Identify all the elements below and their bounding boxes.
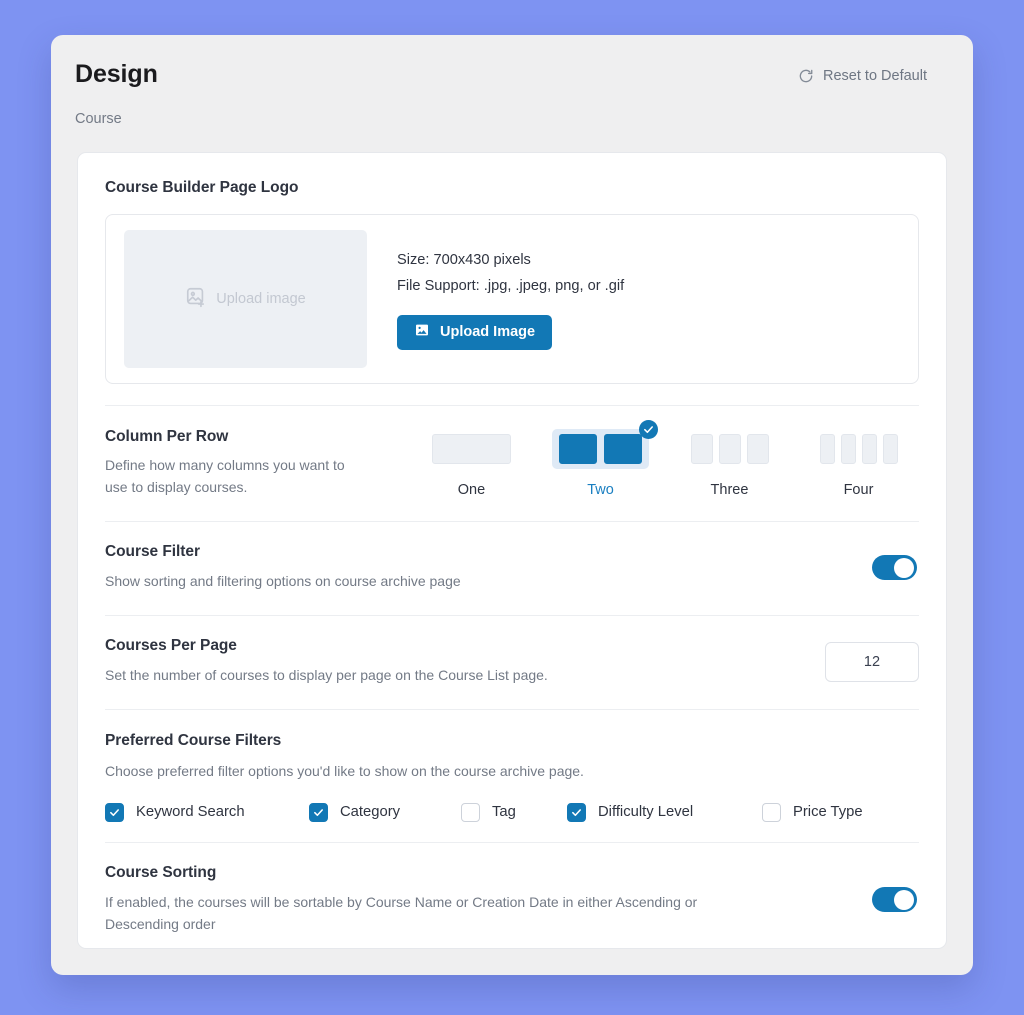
preview-cell [718, 434, 741, 464]
section-course-filter: Course Filter Show sorting and filtering… [105, 522, 919, 615]
logo-file-support-text: File Support: .jpg, .jpeg, png, or .gif [397, 278, 625, 294]
upload-image-button[interactable]: Upload Image [397, 314, 553, 350]
refresh-cw-icon [798, 68, 814, 84]
checkbox-label: Tag [492, 804, 516, 821]
checkbox-box [461, 802, 480, 822]
preview-cell [840, 434, 856, 464]
course-filter-title: Course Filter [105, 542, 200, 560]
courses-per-page-description: Set the number of courses to display per… [105, 666, 548, 683]
settings-panel: Course Builder Page Logo Upload image Si… [77, 152, 947, 949]
course-sorting-toggle[interactable] [872, 887, 917, 913]
preview-cell [559, 434, 597, 464]
section-course-sorting: Course Sorting If enabled, the courses w… [105, 843, 919, 958]
preferred-filters-description: Choose preferred filter options you'd li… [105, 762, 584, 779]
preferred-filters-title: Preferred Course Filters [105, 731, 282, 749]
logo-size-text: Size: 700x430 pixels [397, 252, 531, 269]
checkbox-price-type[interactable]: Price Type [762, 802, 863, 822]
preview-cell [882, 434, 898, 464]
column-option-two-preview [552, 420, 658, 469]
courses-per-page-title: Courses Per Page [105, 636, 237, 654]
column-option-one-label: One [457, 482, 486, 498]
logo-upload-info: Size: 700x430 pixels File Support: .jpg,… [397, 248, 625, 350]
reset-to-default-label: Reset to Default [823, 68, 927, 84]
column-per-row-title: Column Per Row [105, 428, 229, 445]
checkbox-difficulty-level[interactable]: Difficulty Level [567, 802, 762, 822]
logo-image-dropzone[interactable]: Upload image [124, 230, 367, 368]
preview-cell [861, 434, 877, 464]
page-header: Design Course Reset to Default [51, 35, 973, 139]
column-option-one-preview [424, 429, 519, 469]
preview-cell [690, 434, 713, 464]
preview-cell [432, 434, 511, 464]
preview-cell [604, 434, 642, 464]
column-option-two[interactable]: Two [536, 420, 665, 498]
course-filter-toggle[interactable] [872, 555, 917, 581]
column-option-four-label: Four [843, 482, 874, 498]
checkbox-box [105, 802, 124, 822]
course-sorting-title: Course Sorting [105, 863, 217, 881]
selected-check-icon [639, 420, 658, 439]
preview-cell [819, 434, 835, 464]
column-option-three-preview [683, 429, 777, 469]
checkbox-category[interactable]: Category [309, 802, 461, 822]
preview-cell [746, 434, 769, 464]
courses-per-page-input[interactable] [825, 641, 919, 682]
section-preferred-course-filters: Preferred Course Filters Choose preferre… [105, 710, 919, 842]
checkbox-box [567, 802, 586, 822]
toggle-knob [894, 557, 914, 578]
section-column-per-row: Column Per Row Define how many columns y… [105, 406, 919, 521]
column-per-row-description: Define how many columns you want to use … [105, 457, 345, 495]
checkbox-keyword-search[interactable]: Keyword Search [105, 802, 309, 822]
column-option-three[interactable]: Three [665, 429, 794, 498]
checkbox-label: Price Type [793, 804, 863, 821]
section-course-builder-page-logo: Course Builder Page Logo Upload image Si… [105, 153, 919, 384]
column-option-three-label: Three [710, 482, 749, 498]
column-option-four[interactable]: Four [794, 429, 923, 498]
image-add-icon [185, 286, 207, 313]
toggle-knob [894, 889, 914, 910]
image-icon [414, 322, 430, 342]
column-per-row-options: One Two Three Four [407, 420, 923, 498]
logo-upload-box: Upload image Size: 700x430 pixels File S… [105, 214, 919, 384]
logo-section-title: Course Builder Page Logo [105, 179, 299, 196]
design-settings-window: Design Course Reset to Default Course Bu… [51, 35, 973, 975]
preferred-filters-checkbox-row: Keyword Search Category Tag Difficulty L… [105, 802, 919, 822]
course-filter-description: Show sorting and filtering options on co… [105, 572, 461, 589]
checkbox-box [309, 802, 328, 822]
checkbox-label: Category [340, 804, 401, 821]
logo-dropzone-label: Upload image [216, 291, 306, 307]
breadcrumb: Course [75, 110, 122, 127]
reset-to-default-button[interactable]: Reset to Default [798, 68, 927, 84]
checkbox-box [762, 802, 781, 822]
section-courses-per-page: Courses Per Page Set the number of cours… [105, 616, 919, 709]
checkbox-tag[interactable]: Tag [461, 802, 567, 822]
course-sorting-description: If enabled, the courses will be sortable… [105, 893, 698, 932]
column-option-two-label: Two [587, 482, 614, 498]
upload-image-label: Upload Image [440, 324, 536, 341]
column-option-four-preview [812, 429, 906, 469]
checkbox-label: Keyword Search [136, 804, 245, 821]
checkbox-label: Difficulty Level [598, 804, 694, 821]
column-option-one[interactable]: One [407, 429, 536, 498]
